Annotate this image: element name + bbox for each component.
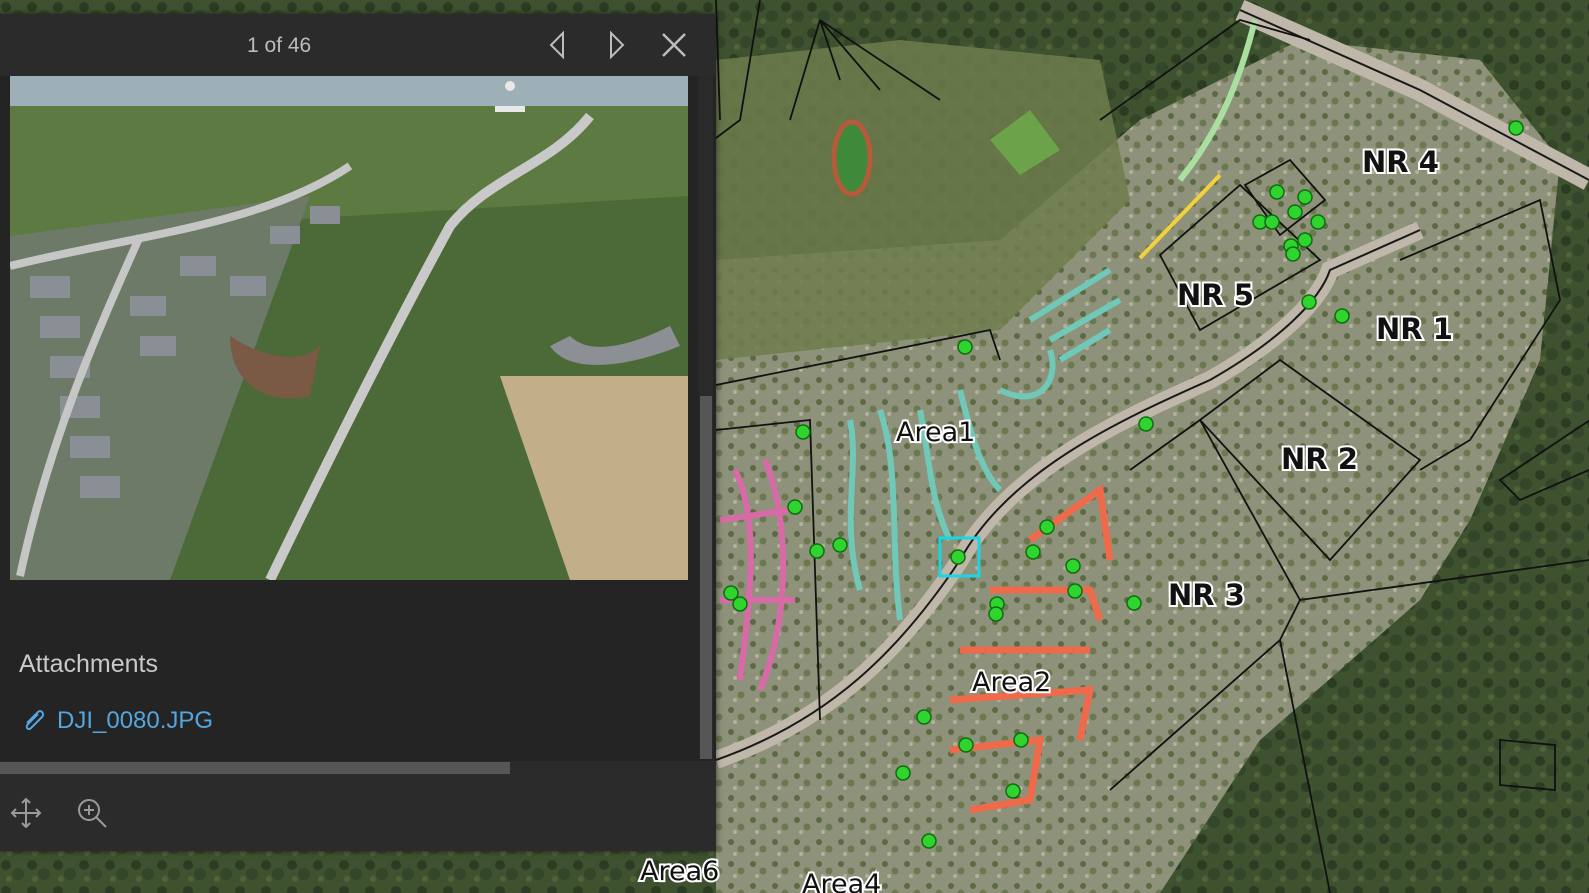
label-area4: Area4 bbox=[802, 869, 881, 893]
label-area6: Area6 bbox=[640, 856, 719, 887]
pan-arrows-icon bbox=[10, 797, 42, 829]
label-nr4: NR 4 bbox=[1362, 145, 1439, 179]
chevron-right-icon bbox=[610, 30, 625, 60]
paperclip-icon bbox=[25, 710, 45, 731]
horizontal-scroll-thumb[interactable] bbox=[0, 762, 510, 774]
pan-button[interactable] bbox=[8, 795, 44, 831]
popup-header: 1 of 46 bbox=[0, 14, 716, 76]
vertical-scrollbar[interactable] bbox=[699, 76, 713, 759]
attachment-link[interactable]: DJI_0080.JPG bbox=[19, 706, 213, 736]
label-nr2: NR 2 bbox=[1281, 442, 1358, 476]
running-track bbox=[831, 119, 873, 197]
attachment-filename: DJI_0080.JPG bbox=[57, 707, 214, 734]
attachments-heading: Attachments bbox=[19, 650, 158, 678]
next-button[interactable] bbox=[599, 28, 633, 62]
zoom-in-icon bbox=[78, 799, 107, 828]
popup-content[interactable]: Attachments DJI_0080.JPG bbox=[0, 76, 699, 759]
selected-point[interactable] bbox=[950, 549, 966, 565]
label-nr5: NR 5 bbox=[1177, 278, 1254, 312]
feature-popup: 1 of 46 Attachments DJI_0080.JPG bbox=[0, 14, 716, 851]
vertical-scroll-thumb[interactable] bbox=[700, 396, 712, 759]
label-area1: Area1 bbox=[896, 417, 975, 448]
label-area2: Area2 bbox=[972, 667, 1051, 698]
horizontal-scrollbar[interactable] bbox=[0, 761, 716, 775]
label-nr1: NR 1 bbox=[1376, 312, 1453, 346]
previous-button[interactable] bbox=[541, 28, 575, 62]
popup-toolbar bbox=[0, 775, 716, 851]
close-button[interactable] bbox=[657, 28, 691, 62]
feature-counter: 1 of 46 bbox=[247, 34, 312, 57]
chevron-left-icon bbox=[549, 30, 564, 60]
label-nr3: NR 3 bbox=[1168, 578, 1245, 612]
zoom-to-button[interactable] bbox=[74, 795, 110, 831]
close-icon bbox=[662, 33, 686, 57]
attachment-image[interactable] bbox=[10, 76, 688, 580]
